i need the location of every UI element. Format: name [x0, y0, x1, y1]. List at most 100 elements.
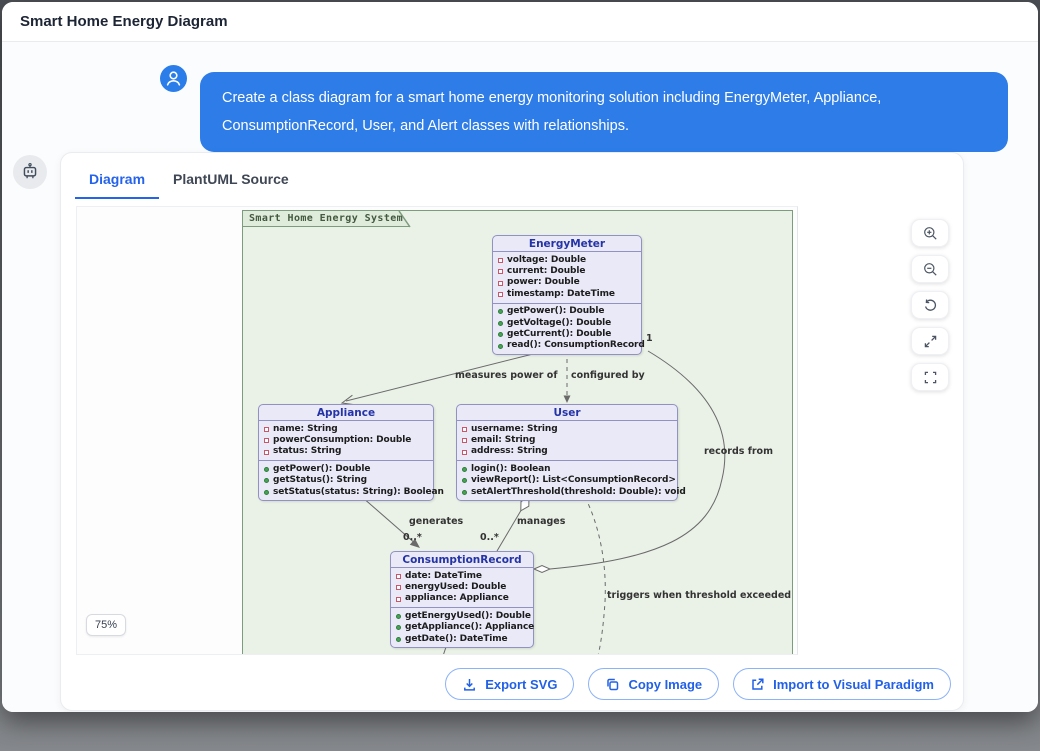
- zoom-in-button[interactable]: [911, 219, 949, 247]
- methods-section: getPower(): Double getStatus(): String s…: [259, 460, 433, 500]
- methods-section: login(): Boolean viewReport(): List<Cons…: [457, 460, 677, 500]
- attribute-icon: [498, 292, 503, 297]
- tab-diagram[interactable]: Diagram: [75, 169, 159, 199]
- attributes-section: date: DateTime energyUsed: Double applia…: [391, 567, 533, 607]
- method: getCurrent(): Double: [507, 329, 611, 340]
- method-icon: [396, 637, 401, 642]
- attributes-section: username: String email: String address: …: [457, 420, 677, 460]
- attribute-icon: [498, 269, 503, 274]
- attribute-icon: [396, 597, 401, 602]
- assistant-avatar: [13, 155, 47, 189]
- attribute-icon: [396, 574, 401, 579]
- attribute-icon: [498, 258, 503, 263]
- methods-section: getPower(): Double getVoltage(): Double …: [493, 303, 641, 355]
- method: getPower(): Double: [273, 464, 370, 475]
- class-name: ConsumptionRecord: [391, 552, 533, 567]
- attribute: current: Double: [507, 266, 585, 277]
- attribute-icon: [264, 438, 269, 443]
- attribute: timestamp: DateTime: [507, 289, 615, 300]
- method: getAppliance(): Appliance: [405, 622, 534, 633]
- class-energymeter: EnergyMeter voltage: Double current: Dou…: [492, 235, 642, 355]
- export-svg-button[interactable]: Export SVG: [445, 668, 574, 700]
- relationship-label-records: records from: [704, 446, 773, 457]
- attribute: username: String: [471, 424, 558, 435]
- import-visual-paradigm-button[interactable]: Import to Visual Paradigm: [733, 668, 951, 700]
- method-icon: [498, 332, 503, 337]
- attribute: power: Double: [507, 277, 580, 288]
- relationship-label-manages: manages: [517, 516, 565, 527]
- method-icon: [396, 614, 401, 619]
- method-icon: [498, 309, 503, 314]
- method: read(): ConsumptionRecord: [507, 340, 645, 351]
- attribute: status: String: [273, 446, 341, 457]
- zoom-out-button[interactable]: [911, 255, 949, 283]
- attribute-icon: [498, 281, 503, 286]
- zoom-level-badge: 75%: [86, 614, 126, 636]
- attribute-icon: [264, 450, 269, 455]
- attribute: name: String: [273, 424, 338, 435]
- diagram-card: Diagram PlantUML Source Smart Home Energ…: [60, 152, 964, 711]
- user-avatar: [160, 65, 187, 92]
- attribute: energyUsed: Double: [405, 582, 506, 593]
- tab-plantuml-source[interactable]: PlantUML Source: [159, 169, 303, 199]
- import-visual-paradigm-label: Import to Visual Paradigm: [773, 677, 934, 692]
- zoom-out-icon: [923, 262, 938, 277]
- method-icon: [264, 490, 269, 495]
- class-name: Appliance: [259, 405, 433, 420]
- method: getVoltage(): Double: [507, 318, 611, 329]
- robot-icon: [20, 162, 40, 182]
- frame-title: Smart Home Energy System: [242, 210, 410, 227]
- attribute: voltage: Double: [507, 255, 586, 266]
- method: getPower(): Double: [507, 306, 604, 317]
- copy-icon: [605, 677, 620, 692]
- external-link-icon: [750, 677, 765, 692]
- attribute: email: String: [471, 435, 535, 446]
- fullscreen-button[interactable]: [911, 363, 949, 391]
- class-appliance: Appliance name: String powerConsumption:…: [258, 404, 434, 501]
- method-icon: [498, 344, 503, 349]
- copy-image-label: Copy Image: [628, 677, 702, 692]
- class-consumptionrecord: ConsumptionRecord date: DateTime energyU…: [390, 551, 534, 648]
- method: getEnergyUsed(): Double: [405, 611, 531, 622]
- user-message-bubble: Create a class diagram for a smart home …: [200, 72, 1008, 152]
- method: setStatus(status: String): Boolean: [273, 487, 444, 498]
- attribute: appliance: Appliance: [405, 593, 509, 604]
- zoom-in-icon: [923, 226, 938, 241]
- user-message-line1: Create a class diagram for a smart home …: [222, 84, 986, 112]
- export-svg-label: Export SVG: [485, 677, 557, 692]
- expand-icon: [923, 334, 938, 349]
- attribute-icon: [462, 427, 467, 432]
- methods-section: getEnergyUsed(): Double getAppliance(): …: [391, 607, 533, 647]
- download-icon: [462, 677, 477, 692]
- attribute-icon: [462, 438, 467, 443]
- attribute: address: String: [471, 446, 548, 457]
- expand-button[interactable]: [911, 327, 949, 355]
- method-icon: [462, 490, 467, 495]
- class-name: EnergyMeter: [493, 236, 641, 251]
- zoom-toolbar: [911, 219, 949, 391]
- method: setAlertThreshold(threshold: Double): vo…: [471, 487, 686, 498]
- title-bar: Smart Home Energy Diagram: [2, 2, 1038, 42]
- relationship-label-triggers: triggers when threshold exceeded: [607, 590, 791, 601]
- page-title: Smart Home Energy Diagram: [20, 13, 228, 30]
- attribute-icon: [396, 585, 401, 590]
- copy-image-button[interactable]: Copy Image: [588, 668, 719, 700]
- person-icon: [160, 65, 187, 92]
- method: login(): Boolean: [471, 464, 550, 475]
- diagram-viewport[interactable]: Smart Home Energy System: [76, 206, 798, 655]
- action-buttons: Export SVG Copy Image Import to Vis: [445, 668, 951, 700]
- method-icon: [462, 467, 467, 472]
- multiplicity-generates: 0..*: [403, 532, 422, 543]
- reset-icon: [923, 298, 938, 313]
- tab-bar: Diagram PlantUML Source: [75, 169, 303, 199]
- method: getDate(): DateTime: [405, 634, 508, 645]
- method-icon: [498, 321, 503, 326]
- attribute: date: DateTime: [405, 571, 482, 582]
- reset-view-button[interactable]: [911, 291, 949, 319]
- attributes-section: name: String powerConsumption: Double st…: [259, 420, 433, 460]
- attributes-section: voltage: Double current: Double power: D…: [493, 251, 641, 303]
- fullscreen-icon: [923, 370, 938, 385]
- user-message-line2: ConsumptionRecord, User, and Alert class…: [222, 112, 986, 140]
- method-icon: [264, 478, 269, 483]
- multiplicity-one: 1: [646, 333, 653, 344]
